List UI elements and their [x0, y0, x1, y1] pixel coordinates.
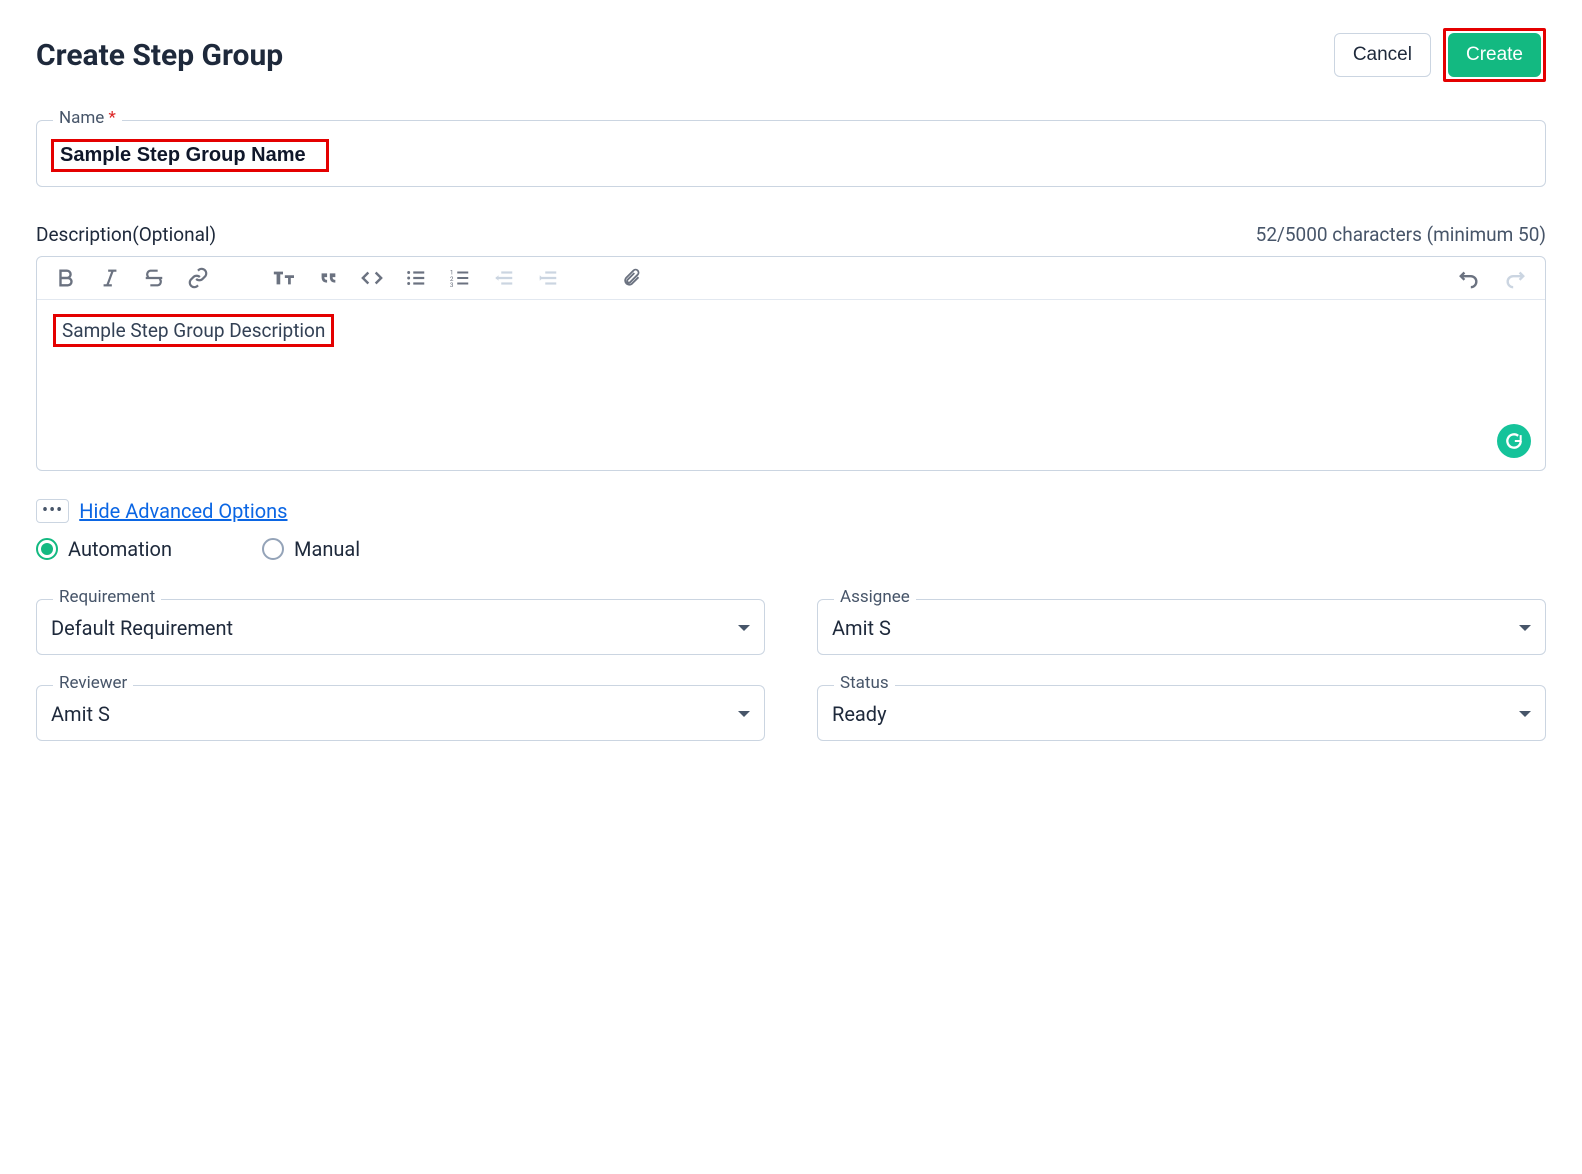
create-button-highlight: Create	[1443, 28, 1546, 82]
description-textarea[interactable]: Sample Step Group Description	[37, 300, 1545, 470]
radio-automation-label: Automation	[68, 537, 172, 561]
description-editor: 123 Sample Step Group Description	[36, 256, 1546, 471]
requirement-select[interactable]: Default Requirement	[51, 616, 750, 640]
indent-icon[interactable]	[537, 267, 559, 289]
assignee-select-group: Assignee Amit S	[817, 599, 1546, 655]
chevron-down-icon	[738, 625, 750, 631]
description-counter: 52/5000 characters (minimum 50)	[1256, 223, 1546, 246]
attachment-icon[interactable]	[621, 267, 641, 289]
page-title: Create Step Group	[36, 38, 283, 73]
redo-icon[interactable]	[1503, 267, 1527, 289]
chevron-down-icon	[1519, 625, 1531, 631]
mode-radio-group: Automation Manual	[36, 537, 1546, 561]
name-field-legend: Name *	[53, 110, 122, 127]
create-button[interactable]: Create	[1448, 33, 1541, 77]
advanced-options-toggle[interactable]: Hide Advanced Options	[79, 499, 287, 523]
code-icon[interactable]	[361, 267, 383, 289]
description-header: Description(Optional) 52/5000 characters…	[36, 223, 1546, 246]
assignee-select[interactable]: Amit S	[832, 616, 1531, 640]
more-options-icon[interactable]: •••	[36, 499, 69, 523]
status-value: Ready	[832, 702, 887, 726]
advanced-options-row: ••• Hide Advanced Options	[36, 499, 1546, 523]
status-legend: Status	[834, 675, 895, 692]
requirement-legend: Requirement	[53, 589, 161, 606]
chevron-down-icon	[738, 711, 750, 717]
requirement-value: Default Requirement	[51, 616, 233, 640]
reviewer-select-group: Reviewer Amit S	[36, 685, 765, 741]
text-size-icon[interactable]	[271, 267, 295, 289]
bullet-list-icon[interactable]	[405, 267, 427, 289]
name-field-label: Name	[59, 108, 104, 128]
advanced-fields-grid: Requirement Default Requirement Assignee…	[36, 599, 1546, 741]
undo-icon[interactable]	[1457, 267, 1481, 289]
required-asterisk: *	[109, 108, 116, 128]
outdent-icon[interactable]	[493, 267, 515, 289]
quote-icon[interactable]	[317, 267, 339, 289]
italic-icon[interactable]	[99, 267, 121, 289]
numbered-list-icon[interactable]: 123	[449, 267, 471, 289]
description-text-highlight: Sample Step Group Description	[53, 314, 334, 347]
reviewer-select[interactable]: Amit S	[51, 702, 750, 726]
assignee-legend: Assignee	[834, 589, 916, 606]
grammarly-icon[interactable]	[1497, 424, 1531, 458]
svg-text:3: 3	[450, 281, 454, 289]
status-select-group: Status Ready	[817, 685, 1546, 741]
description-label: Description(Optional)	[36, 223, 216, 246]
reviewer-value: Amit S	[51, 702, 110, 726]
radio-manual-indicator	[262, 538, 284, 560]
cancel-button[interactable]: Cancel	[1334, 33, 1431, 77]
reviewer-legend: Reviewer	[53, 675, 133, 692]
chevron-down-icon	[1519, 711, 1531, 717]
header-row: Create Step Group Cancel Create	[36, 28, 1546, 82]
radio-manual[interactable]: Manual	[262, 537, 360, 561]
requirement-select-group: Requirement Default Requirement	[36, 599, 765, 655]
editor-toolbar: 123	[37, 257, 1545, 300]
strikethrough-icon[interactable]	[143, 267, 165, 289]
status-select[interactable]: Ready	[832, 702, 1531, 726]
name-field-group: Name *	[36, 120, 1546, 187]
name-input-highlight	[51, 139, 329, 172]
assignee-value: Amit S	[832, 616, 891, 640]
bold-icon[interactable]	[55, 267, 77, 289]
radio-automation[interactable]: Automation	[36, 537, 172, 561]
radio-manual-label: Manual	[294, 537, 360, 561]
header-actions: Cancel Create	[1334, 28, 1546, 82]
name-input[interactable]	[60, 144, 320, 167]
radio-automation-indicator	[36, 538, 58, 560]
link-icon[interactable]	[187, 267, 209, 289]
description-text: Sample Step Group Description	[62, 319, 325, 342]
